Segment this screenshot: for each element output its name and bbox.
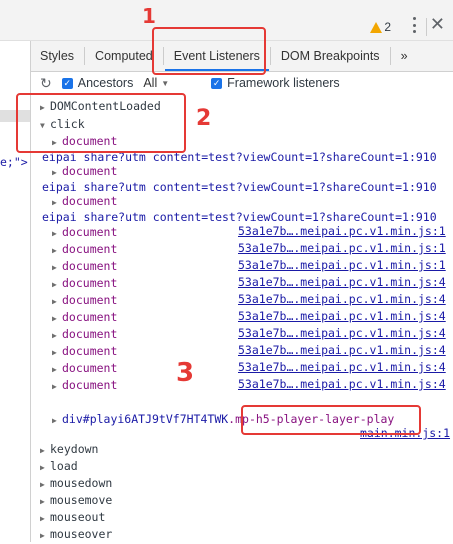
event-mousedown[interactable]: ▶ mousedown bbox=[40, 475, 112, 492]
event-mouseover[interactable]: ▶ mouseover bbox=[40, 526, 112, 543]
event-mouseout[interactable]: ▶ mouseout bbox=[40, 509, 105, 526]
listener-source-link[interactable]: 53a1e7b….meipai.pc.v1.min.js:4 bbox=[238, 377, 446, 391]
framework-listeners-label: Framework listeners bbox=[227, 76, 340, 90]
warning-icon bbox=[370, 21, 383, 33]
tab-computed[interactable]: Computed bbox=[86, 41, 162, 71]
listener-source-link[interactable]: 53a1e7b….meipai.pc.v1.min.js:4 bbox=[238, 292, 446, 306]
triangle-right-icon: ▶ bbox=[52, 263, 57, 272]
annotation-label-two: 2 bbox=[196, 106, 212, 131]
listener-document[interactable]: ▶ document bbox=[52, 193, 117, 210]
event-keydown[interactable]: ▶ keydown bbox=[40, 441, 98, 458]
triangle-right-icon: ▶ bbox=[52, 280, 57, 289]
listener-source-link[interactable]: 53a1e7b….meipai.pc.v1.min.js:1 bbox=[238, 258, 446, 272]
listener-source-link[interactable]: 53a1e7b….meipai.pc.v1.min.js:4 bbox=[238, 309, 446, 323]
listener-document[interactable]: ▶ document bbox=[52, 326, 117, 343]
listener-document[interactable]: ▶ document bbox=[52, 292, 117, 309]
listener-source-link[interactable]: 53a1e7b….meipai.pc.v1.min.js:4 bbox=[238, 360, 446, 374]
triangle-right-icon: ▶ bbox=[52, 314, 57, 323]
listener-document[interactable]: ▶ document bbox=[52, 343, 117, 360]
triangle-right-icon: ▶ bbox=[52, 331, 57, 340]
triangle-right-icon: ▶ bbox=[52, 246, 57, 255]
annotation-label-three: 3 bbox=[176, 358, 195, 388]
triangle-right-icon: ▶ bbox=[40, 531, 45, 540]
warning-count: 2 bbox=[384, 20, 391, 34]
triangle-right-icon: ▶ bbox=[52, 416, 57, 425]
warnings-counter[interactable]: 2 bbox=[370, 20, 391, 34]
triangle-right-icon: ▶ bbox=[52, 229, 57, 238]
more-options-icon[interactable] bbox=[413, 17, 417, 33]
triangle-right-icon: ▶ bbox=[52, 365, 57, 374]
listener-document[interactable]: ▶ document bbox=[52, 241, 117, 258]
close-icon[interactable]: ✕ bbox=[430, 14, 445, 35]
triangle-right-icon: ▶ bbox=[40, 446, 45, 455]
listener-document[interactable]: ▶ document bbox=[52, 275, 117, 292]
filter-select[interactable]: All bbox=[143, 76, 157, 90]
listener-document[interactable]: ▶ document bbox=[52, 258, 117, 275]
tab-styles[interactable]: Styles bbox=[31, 41, 83, 71]
listener-document[interactable]: ▶ document bbox=[52, 309, 117, 326]
triangle-right-icon: ▶ bbox=[52, 382, 57, 391]
ancestors-checkbox[interactable]: ✓ bbox=[61, 77, 73, 89]
divider bbox=[426, 18, 427, 36]
chevron-down-icon: ▼ bbox=[161, 78, 170, 88]
listener-source-link[interactable]: 53a1e7b….meipai.pc.v1.min.js:1 bbox=[238, 241, 446, 255]
listener-source-link[interactable]: 53a1e7b….meipai.pc.v1.min.js:1 bbox=[238, 224, 446, 238]
refresh-icon[interactable]: ↻ bbox=[40, 75, 52, 92]
ancestors-label: Ancestors bbox=[77, 76, 134, 90]
annotation-label-one: 1 bbox=[142, 4, 156, 28]
event-listeners-toolbar: ↻ ✓ Ancestors All ▼ ✓ Framework listener… bbox=[31, 72, 453, 94]
triangle-right-icon: ▶ bbox=[52, 348, 57, 357]
framework-listeners-checkbox[interactable]: ✓ bbox=[211, 77, 223, 89]
listener-document[interactable]: ▶ document bbox=[52, 163, 117, 180]
listener-document[interactable]: ▶ document bbox=[52, 360, 117, 377]
listener-source-link[interactable]: 53a1e7b….meipai.pc.v1.min.js:4 bbox=[238, 275, 446, 289]
triangle-right-icon: ▶ bbox=[40, 463, 45, 472]
triangle-right-icon: ▶ bbox=[52, 297, 57, 306]
listener-source-link[interactable]: 53a1e7b….meipai.pc.v1.min.js:4 bbox=[238, 326, 446, 340]
annotation-box-click bbox=[16, 93, 186, 153]
event-load[interactable]: ▶ load bbox=[40, 458, 78, 475]
left-pane-snippet: e;"> bbox=[0, 155, 28, 169]
triangle-right-icon: ▶ bbox=[40, 480, 45, 489]
triangle-right-icon: ▶ bbox=[40, 514, 45, 523]
listener-source-link[interactable]: 53a1e7b….meipai.pc.v1.min.js:4 bbox=[238, 343, 446, 357]
tab-dom-breakpoints[interactable]: DOM Breakpoints bbox=[272, 41, 389, 71]
annotation-box-tab bbox=[152, 27, 266, 75]
event-mousemove[interactable]: ▶ mousemove bbox=[40, 492, 112, 509]
listener-document[interactable]: ▶ document bbox=[52, 377, 117, 394]
tabs-overflow-icon[interactable]: » bbox=[392, 41, 417, 71]
listener-document[interactable]: ▶ document bbox=[52, 224, 117, 241]
triangle-right-icon: ▶ bbox=[40, 497, 45, 506]
annotation-box-class bbox=[241, 405, 421, 435]
